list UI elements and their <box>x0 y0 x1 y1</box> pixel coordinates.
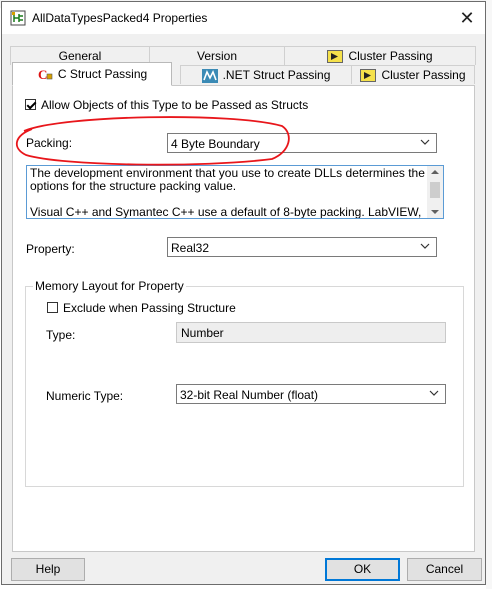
chevron-down-icon <box>420 243 430 249</box>
ok-button[interactable]: OK <box>325 558 400 581</box>
close-icon[interactable]: ✕ <box>454 6 480 30</box>
type-field: Number <box>176 322 446 343</box>
tab-version-label: Version <box>196 49 238 63</box>
numeric-type-select[interactable]: 32-bit Real Number (float) <box>176 384 446 404</box>
property-label: Property: <box>26 242 75 256</box>
tab-general-label: General <box>58 49 102 63</box>
scroll-thumb[interactable] <box>430 182 440 198</box>
svg-text:C: C <box>38 68 47 82</box>
help-button[interactable]: Help <box>11 558 85 581</box>
numeric-type-label: Numeric Type: <box>46 389 124 403</box>
tab-cluster-passing[interactable]: Cluster Passing <box>351 65 475 84</box>
properties-dialog: AllDataTypesPacked4 Properties ✕ General… <box>1 1 486 585</box>
type-value: Number <box>181 326 224 340</box>
memory-layout-group: Memory Layout for Property Exclude when … <box>25 279 464 487</box>
packing-value: 4 Byte Boundary <box>171 137 260 151</box>
description-scrollbar[interactable] <box>427 166 443 218</box>
cluster-vi-icon <box>360 69 377 83</box>
property-value: Real32 <box>171 241 210 255</box>
dotnet-icon <box>201 68 218 83</box>
type-label: Type: <box>46 328 76 342</box>
description-textbox[interactable]: The development environment that you use… <box>26 165 444 219</box>
tab-c-struct-label: C Struct Passing <box>57 67 148 81</box>
numeric-type-value: 32-bit Real Number (float) <box>180 388 319 402</box>
c-struct-icon: C <box>38 68 53 82</box>
packing-select[interactable]: 4 Byte Boundary <box>167 133 437 153</box>
property-select[interactable]: Real32 <box>167 237 437 257</box>
c-struct-panel: Allow Objects of this Type to be Passed … <box>12 85 475 552</box>
title-bar: AllDataTypesPacked4 Properties ✕ <box>2 2 485 34</box>
exclude-checkbox[interactable] <box>47 302 58 313</box>
tab-cluster-passing-label: Cluster Passing <box>381 68 466 82</box>
scroll-down-icon[interactable] <box>431 210 439 214</box>
description-line-2: Visual C++ and Symantec C++ use a defaul… <box>30 205 422 219</box>
tab-c-struct-passing[interactable]: C C Struct Passing <box>12 62 172 86</box>
background-right-edge <box>486 0 492 589</box>
cancel-button[interactable]: Cancel <box>407 558 482 581</box>
tab-dotnet-struct-passing[interactable]: .NET Struct Passing <box>180 65 352 84</box>
description-line-1: The development environment that you use… <box>30 166 425 193</box>
chevron-down-icon <box>429 390 439 396</box>
packing-label: Packing: <box>26 136 73 150</box>
tab-cluster-passing-back[interactable]: Cluster Passing <box>284 46 476 65</box>
allow-struct-checkbox[interactable] <box>25 99 36 110</box>
tab-cluster-passing-back-label: Cluster Passing <box>348 49 433 63</box>
cluster-vi-icon <box>327 50 344 64</box>
tab-dotnet-label: .NET Struct Passing <box>222 68 331 82</box>
window-title: AllDataTypesPacked4 Properties <box>32 11 208 25</box>
description-text: The development environment that you use… <box>30 167 428 219</box>
memory-layout-title: Memory Layout for Property <box>33 279 186 293</box>
typedef-icon <box>10 10 26 26</box>
scroll-up-icon[interactable] <box>431 170 439 174</box>
chevron-down-icon <box>420 139 430 145</box>
exclude-label: Exclude when Passing Structure <box>63 301 236 315</box>
allow-struct-label: Allow Objects of this Type to be Passed … <box>41 98 309 112</box>
